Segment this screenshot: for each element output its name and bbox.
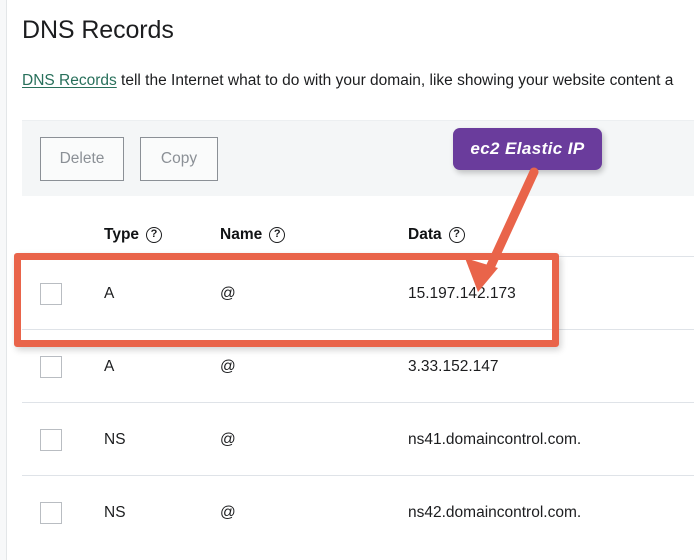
intro-text: tell the Internet what to do with your d…	[116, 72, 674, 89]
cell-name: @	[220, 504, 236, 521]
row-checkbox[interactable]	[40, 356, 62, 378]
cell-name: @	[220, 358, 236, 375]
column-label-type: Type	[104, 226, 140, 243]
callout-badge: ec2 Elastic IP	[453, 128, 602, 170]
row-checkbox[interactable]	[40, 283, 62, 305]
table-row[interactable]: NS @ ns42.domaincontrol.com.	[22, 475, 694, 548]
dns-records-screen: DNS Records DNS Records tell the Interne…	[0, 0, 694, 560]
intro-paragraph: DNS Records tell the Internet what to do…	[22, 71, 673, 91]
cell-data: 15.197.142.173	[408, 285, 516, 302]
cell-name: @	[220, 285, 236, 302]
column-label-data: Data	[408, 226, 442, 243]
page-left-gutter	[0, 0, 7, 560]
table-header: Type ? Name ? Data ?	[22, 226, 694, 256]
row-checkbox[interactable]	[40, 429, 62, 451]
cell-data: 3.33.152.147	[408, 358, 499, 375]
cell-data: ns42.domaincontrol.com.	[408, 504, 582, 521]
table-body: A @ 15.197.142.173 A @ 3.33.152.147 NS @…	[22, 256, 694, 548]
cell-type: A	[104, 285, 115, 302]
copy-button[interactable]: Copy	[140, 137, 218, 181]
column-label-name: Name	[220, 226, 263, 243]
cell-type: NS	[104, 504, 126, 521]
cell-data: ns41.domaincontrol.com.	[408, 431, 582, 448]
cell-name: @	[220, 431, 236, 448]
help-icon-data[interactable]: ?	[448, 227, 465, 243]
dns-records-link[interactable]: DNS Records	[22, 72, 117, 89]
table-row[interactable]: A @ 15.197.142.173	[22, 256, 694, 329]
help-icon-name[interactable]: ?	[269, 227, 286, 243]
table-row[interactable]: A @ 3.33.152.147	[22, 329, 694, 402]
row-checkbox[interactable]	[40, 502, 62, 524]
column-header-data: Data ?	[408, 226, 465, 244]
column-header-type: Type ?	[104, 226, 163, 244]
table-row[interactable]: NS @ ns41.domaincontrol.com.	[22, 402, 694, 475]
page-title: DNS Records	[22, 16, 174, 44]
column-header-name: Name ?	[220, 226, 286, 244]
cell-type: NS	[104, 431, 126, 448]
delete-button[interactable]: Delete	[40, 137, 124, 181]
cell-type: A	[104, 358, 115, 375]
help-icon-type[interactable]: ?	[146, 227, 163, 243]
